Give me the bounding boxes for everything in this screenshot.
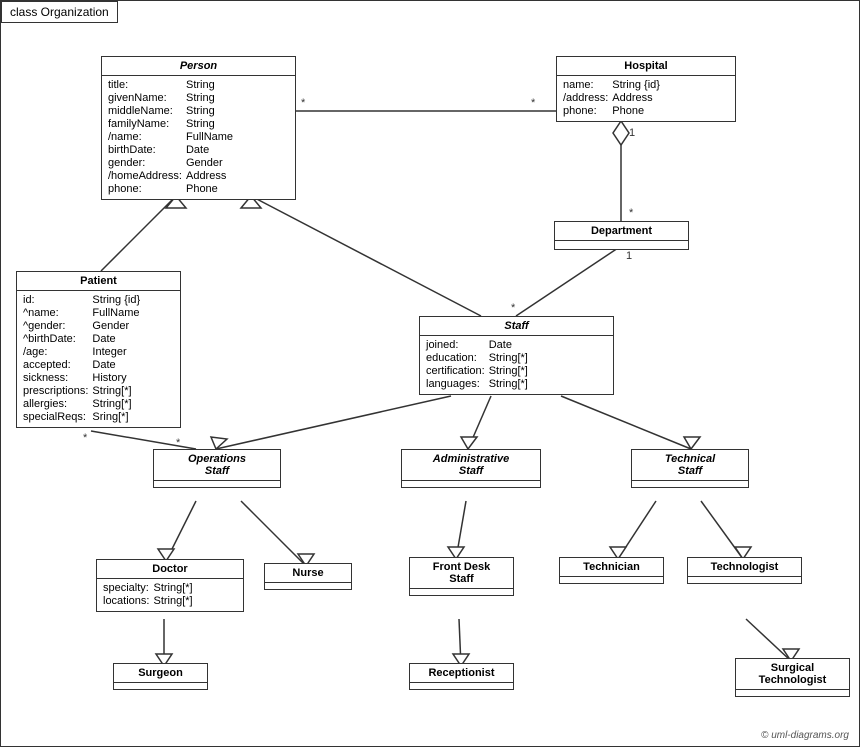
doctor-header: Doctor <box>97 560 243 579</box>
svg-text:*: * <box>629 207 634 219</box>
doctor-body: specialty:String[*] locations:String[*] <box>97 579 243 611</box>
patient-body: id:String {id} ^name:FullName ^gender:Ge… <box>17 291 180 427</box>
department-body <box>555 241 688 249</box>
technician-class: Technician <box>559 557 664 584</box>
technical-staff-header: TechnicalStaff <box>632 450 748 481</box>
surgical-technologist-class: SurgicalTechnologist <box>735 658 850 697</box>
nurse-header: Nurse <box>265 564 351 583</box>
person-class: Person title:String givenName:String mid… <box>101 56 296 200</box>
technician-header: Technician <box>560 558 663 577</box>
surgeon-header: Surgeon <box>114 664 207 683</box>
doctor-class: Doctor specialty:String[*] locations:Str… <box>96 559 244 612</box>
patient-header: Patient <box>17 272 180 291</box>
front-desk-header: Front DeskStaff <box>410 558 513 589</box>
staff-body: joined:Date education:String[*] certific… <box>420 336 613 394</box>
svg-text:1: 1 <box>629 127 635 139</box>
front-desk-class: Front DeskStaff <box>409 557 514 596</box>
department-class: Department <box>554 221 689 250</box>
person-header: Person <box>102 57 295 76</box>
surgeon-class: Surgeon <box>113 663 208 690</box>
nurse-class: Nurse <box>264 563 352 590</box>
technologist-class: Technologist <box>687 557 802 584</box>
surgical-tech-header: SurgicalTechnologist <box>736 659 849 690</box>
operations-staff-class: OperationsStaff <box>153 449 281 488</box>
technical-staff-class: TechnicalStaff <box>631 449 749 488</box>
hospital-class: Hospital name:String {id} /address:Addre… <box>556 56 736 122</box>
admin-staff-header: AdministrativeStaff <box>402 450 540 481</box>
department-header: Department <box>555 222 688 241</box>
person-body: title:String givenName:String middleName… <box>102 76 295 199</box>
operations-staff-header: OperationsStaff <box>154 450 280 481</box>
svg-text:1: 1 <box>626 250 632 262</box>
receptionist-class: Receptionist <box>409 663 514 690</box>
hospital-header: Hospital <box>557 57 735 76</box>
administrative-staff-class: AdministrativeStaff <box>401 449 541 488</box>
svg-text:*: * <box>176 437 181 449</box>
svg-text:*: * <box>83 432 88 444</box>
patient-class: Patient id:String {id} ^name:FullName ^g… <box>16 271 181 428</box>
copyright: © uml-diagrams.org <box>761 730 849 741</box>
svg-text:*: * <box>531 97 536 109</box>
staff-class: Staff joined:Date education:String[*] ce… <box>419 316 614 395</box>
technologist-header: Technologist <box>688 558 801 577</box>
receptionist-header: Receptionist <box>410 664 513 683</box>
svg-text:*: * <box>301 97 306 109</box>
diagram-title: class Organization <box>1 1 118 23</box>
svg-text:*: * <box>511 302 516 314</box>
staff-header: Staff <box>420 317 613 336</box>
hospital-body: name:String {id} /address:Address phone:… <box>557 76 735 121</box>
diagram-container: class Organization * * 1 * 1 * * * <box>0 0 860 747</box>
